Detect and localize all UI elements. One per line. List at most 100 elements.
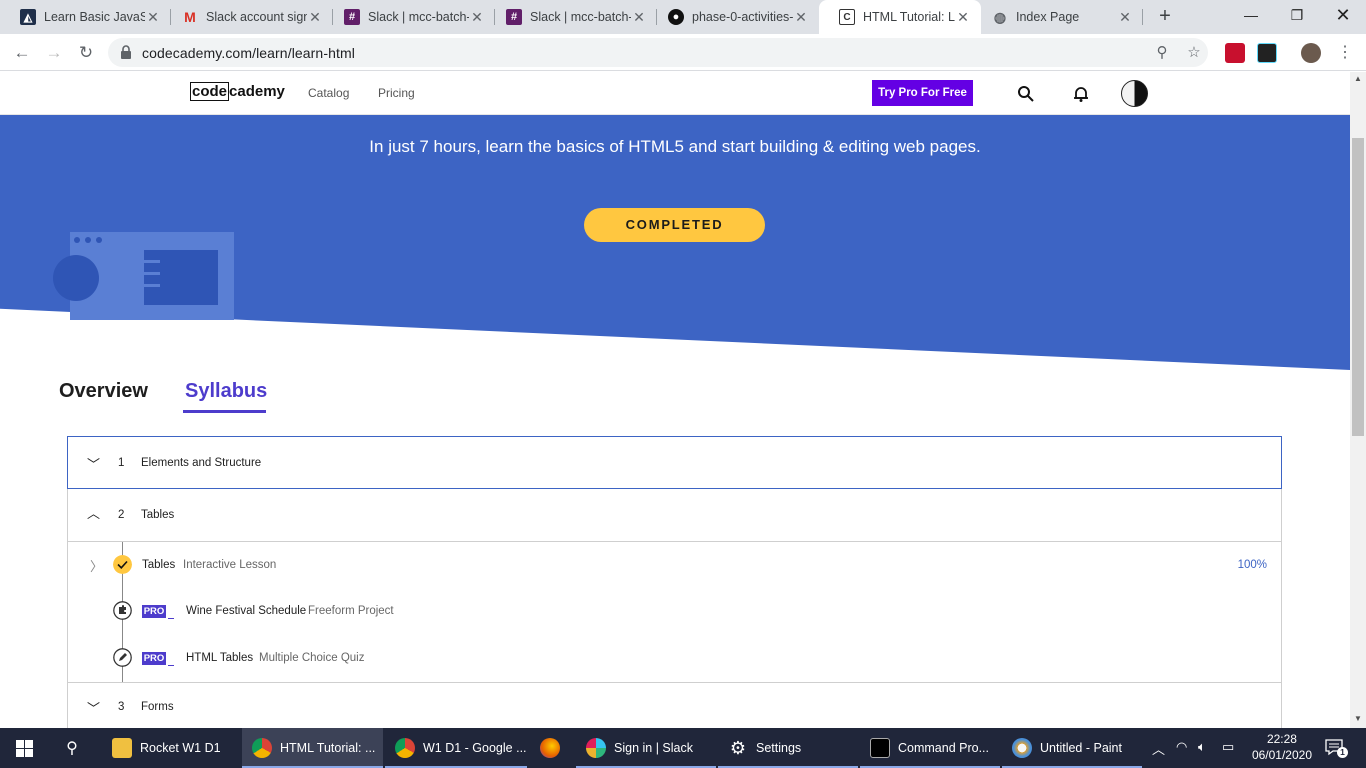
chevron-down-icon: ﹀ — [87, 457, 101, 472]
back-icon[interactable]: ← — [9, 40, 35, 66]
new-tab-icon[interactable]: + — [1154, 5, 1176, 27]
chrome-icon — [395, 738, 415, 758]
reload-icon[interactable]: ↻ — [73, 40, 99, 66]
browser-tab-active[interactable]: C HTML Tutorial: Lea ✕ — [819, 0, 981, 34]
battery-icon[interactable]: ▭ — [1222, 739, 1234, 755]
restore-icon[interactable]: ❐ — [1274, 0, 1320, 30]
folder-icon — [112, 738, 132, 758]
close-window-icon[interactable]: ✕ — [1320, 0, 1366, 30]
bookmark-star-icon[interactable]: ☆ — [1184, 43, 1204, 63]
taskbar-app-chrome-html[interactable]: HTML Tutorial: ... — [242, 728, 383, 768]
browser-tab[interactable]: ◭ Learn Basic JavaSc ✕ — [0, 0, 171, 34]
lesson-title: Wine Festival Schedule — [186, 605, 307, 617]
module-row[interactable]: ︿ 2 Tables — [68, 489, 1281, 542]
pro-badge: PRO — [142, 652, 166, 665]
forward-icon[interactable]: → — [41, 40, 67, 66]
lesson-type: Interactive Lesson — [183, 559, 277, 571]
taskbar-app-chrome-docs[interactable]: W1 D1 - Google ... — [385, 728, 527, 768]
chevron-right-icon[interactable]: 〉 — [90, 556, 103, 575]
taskbar-app-firefox[interactable] — [530, 728, 574, 768]
chrome-icon — [252, 738, 272, 758]
browser-illustration-icon — [53, 232, 234, 320]
scroll-down-icon[interactable]: ▼ — [1350, 714, 1366, 723]
gmail-icon: M — [184, 9, 196, 25]
lesson-row[interactable]: 〉 Tables Interactive Lesson 100% — [68, 545, 1281, 585]
module-row[interactable]: ﹀ 1 Elements and Structure — [67, 436, 1282, 489]
taskbar-search-icon[interactable]: ⚲ — [48, 728, 96, 768]
nav-catalog[interactable]: Catalog — [308, 86, 349, 100]
zoom-icon[interactable]: ⚲ — [1152, 43, 1172, 63]
slack-icon: # — [344, 9, 360, 25]
lesson-title: HTML Tables — [186, 652, 254, 664]
codecademy-logo[interactable]: code cademy — [190, 82, 285, 101]
wifi-icon[interactable]: ◠ — [1176, 739, 1187, 755]
lesson-type: Multiple Choice Quiz — [259, 652, 365, 664]
menu-kebab-icon[interactable]: ⋮ — [1332, 40, 1358, 66]
windows-logo-icon — [15, 739, 33, 757]
chevron-up-icon: ︿ — [87, 506, 101, 521]
react-devtools-icon[interactable] — [1257, 43, 1277, 63]
browser-tab[interactable]: ◍ Index Page ✕ — [972, 0, 1143, 34]
close-tab-icon[interactable]: ✕ — [1117, 9, 1133, 26]
close-tab-icon[interactable]: ✕ — [631, 9, 647, 26]
lock-icon — [121, 45, 131, 59]
terminal-icon — [870, 738, 890, 758]
browser-tab[interactable]: ● phase-0-activities- ✕ — [648, 0, 819, 34]
lesson-row[interactable]: PRO Wine Festival Schedule Freeform Proj… — [68, 591, 1281, 631]
minimize-icon[interactable]: — — [1228, 0, 1274, 30]
lesson-title: Tables — [142, 559, 176, 571]
browser-tab[interactable]: M Slack account sign ✕ — [162, 0, 333, 34]
lesson-type: Freeform Project — [308, 605, 394, 617]
paint-icon — [1012, 738, 1032, 758]
module-title: Elements and Structure — [141, 457, 262, 469]
tray-chevron-up-icon[interactable]: ︿ — [1152, 739, 1165, 758]
gear-icon: ⚙ — [729, 738, 747, 758]
taskbar-app-slack[interactable]: Sign in | Slack — [576, 728, 716, 768]
tab-overview[interactable]: Overview — [59, 380, 148, 403]
notification-count: 1 — [1337, 747, 1348, 758]
codecademy-icon: C — [839, 9, 855, 25]
syllabus-list: ﹀ 1 Elements and Structure ︿ 2 Tables 〉 … — [67, 436, 1282, 728]
slack-icon — [586, 738, 606, 758]
lesson-row[interactable]: PRO HTML Tables Multiple Choice Quiz — [68, 638, 1281, 678]
module-title: Forms — [141, 701, 174, 713]
taskbar-app-explorer[interactable]: Rocket W1 D1 — [102, 728, 240, 768]
check-complete-icon — [113, 555, 132, 574]
notifications-icon[interactable]: 1 — [1324, 737, 1348, 758]
taskbar-app-settings[interactable]: ⚙ Settings — [718, 728, 858, 768]
browser-tab[interactable]: # Slack | mcc-batch- ✕ — [486, 0, 657, 34]
search-icon[interactable] — [1016, 84, 1036, 104]
close-tab-icon[interactable]: ✕ — [307, 9, 323, 26]
scrollbar-thumb[interactable] — [1352, 138, 1364, 436]
tab-syllabus[interactable]: Syllabus — [185, 380, 267, 403]
address-bar[interactable]: codecademy.com/learn/learn-html ⚲ ☆ — [108, 38, 1208, 67]
pro-badge: PRO — [142, 605, 166, 618]
browser-tab-strip: ◭ Learn Basic JavaSc ✕ M Slack account s… — [0, 0, 1366, 34]
browser-tab[interactable]: # Slack | mcc-batch- ✕ — [324, 0, 495, 34]
nav-pricing[interactable]: Pricing — [378, 86, 415, 100]
volume-icon[interactable]: 🔈︎ — [1198, 739, 1206, 755]
start-button[interactable] — [0, 728, 48, 768]
bell-icon[interactable] — [1071, 84, 1091, 104]
quiz-pencil-icon — [113, 648, 132, 667]
taskbar-app-cmd[interactable]: Command Pro... — [860, 728, 1000, 768]
user-avatar[interactable] — [1121, 80, 1148, 107]
globe-icon: ◍ — [993, 8, 1007, 25]
close-tab-icon[interactable]: ✕ — [793, 9, 809, 26]
profile-avatar-icon[interactable] — [1301, 43, 1321, 63]
module-title: Tables — [141, 509, 175, 521]
vertical-scrollbar[interactable]: ▲ ▼ — [1350, 72, 1366, 728]
close-tab-icon[interactable]: ✕ — [469, 9, 485, 26]
close-tab-icon[interactable]: ✕ — [145, 9, 161, 26]
system-clock[interactable]: 22:28 06/01/2020 — [1252, 731, 1312, 763]
close-tab-icon[interactable]: ✕ — [955, 9, 971, 26]
tab-underline — [183, 410, 266, 413]
scroll-up-icon[interactable]: ▲ — [1350, 74, 1366, 83]
codecademy-icon: ◭ — [20, 9, 36, 25]
taskbar-app-paint[interactable]: Untitled - Paint — [1002, 728, 1142, 768]
firefox-icon — [540, 738, 560, 758]
module-row[interactable]: ﹀ 3 Forms — [68, 682, 1281, 728]
extension-icon[interactable] — [1225, 43, 1245, 63]
try-pro-button[interactable]: Try Pro For Free — [872, 80, 973, 106]
completed-button[interactable]: COMPLETED — [584, 208, 765, 242]
